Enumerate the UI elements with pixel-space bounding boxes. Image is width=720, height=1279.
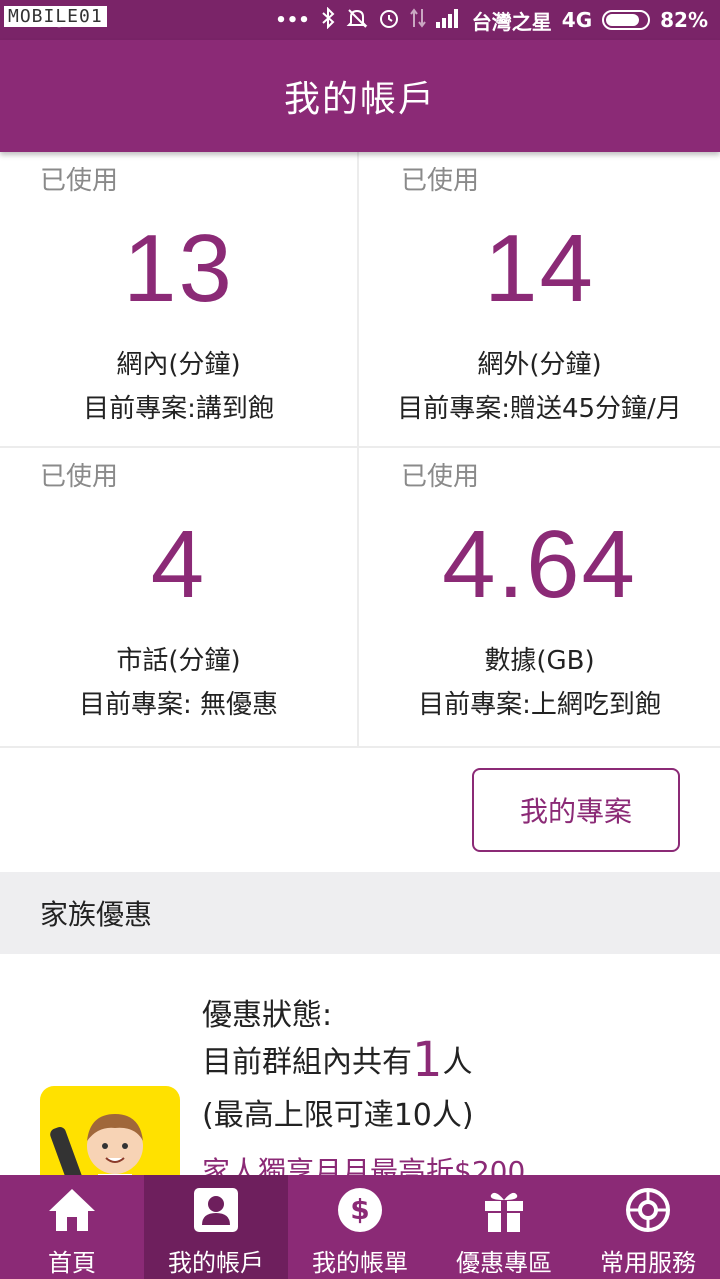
usage-card-onnet[interactable]: 已使用 13 網內(分鐘) 目前專案:講到飽 — [0, 152, 359, 448]
nav-item-my-bill[interactable]: $ 我的帳單 — [288, 1175, 432, 1279]
battery-percent: 82% — [660, 8, 708, 32]
nav-item-home[interactable]: 首頁 — [0, 1175, 144, 1279]
usage-value: 14 — [484, 215, 595, 322]
bill-icon: $ — [335, 1185, 385, 1235]
count-suffix: 人 — [442, 1045, 473, 1080]
gift-icon — [479, 1185, 529, 1235]
nav-label: 首頁 — [48, 1249, 96, 1277]
used-label: 已使用 — [401, 462, 480, 492]
nav-item-offers[interactable]: 優惠專區 — [432, 1175, 576, 1279]
carrier-name: 台灣之星 — [471, 9, 552, 34]
mute-icon — [346, 7, 368, 34]
usage-grid: 已使用 13 網內(分鐘) 目前專案:講到飽 已使用 14 網外(分鐘) 目前專… — [0, 152, 720, 748]
member-limit: (最高上限可達10人) — [202, 1098, 474, 1133]
signal-icon — [435, 8, 462, 33]
bottom-nav: 首頁 我的帳戶 $ 我的帳單 優惠專區 常用服務 — [0, 1175, 720, 1279]
used-label: 已使用 — [401, 166, 480, 196]
nav-item-services[interactable]: 常用服務 — [576, 1175, 720, 1279]
app-header: 我的帳戶 — [0, 40, 720, 152]
count-prefix: 目前群組內共有 — [202, 1045, 412, 1080]
usage-card-data[interactable]: 已使用 4.64 數據(GB) 目前專案:上網吃到飽 — [359, 448, 720, 748]
services-icon — [623, 1185, 673, 1235]
usage-plan: 目前專案:上網吃到飽 — [418, 690, 661, 720]
status-left: 14:01 MOBILE01 — [4, 5, 107, 33]
home-icon — [47, 1185, 97, 1235]
nav-item-my-account[interactable]: 我的帳戶 — [144, 1175, 288, 1279]
plan-button-area: 我的專案 — [0, 748, 720, 872]
family-discount-panel[interactable]: 優惠狀態: 目前群組內共有1人 (最高上限可達10人) 家人獨享月月最高折$20… — [0, 954, 720, 1206]
nav-label: 常用服務 — [600, 1249, 696, 1277]
usage-type: 數據(GB) — [484, 646, 595, 676]
svg-text:$: $ — [350, 1193, 369, 1226]
bluetooth-icon — [320, 6, 336, 34]
status-right: ••• 台灣之星 4G 82% — [275, 6, 708, 35]
data-arrows-icon — [409, 7, 426, 34]
nav-label: 我的帳單 — [312, 1249, 408, 1277]
usage-value: 4.64 — [442, 511, 637, 618]
used-label: 已使用 — [40, 462, 119, 492]
page-title: 我的帳戶 — [283, 79, 436, 120]
usage-card-offnet[interactable]: 已使用 14 網外(分鐘) 目前專案:贈送45分鐘/月 — [359, 152, 720, 448]
usage-plan: 目前專案: 無優惠 — [78, 690, 279, 720]
my-plan-button[interactable]: 我的專案 — [472, 768, 680, 852]
app-screen: 14:01 MOBILE01 ••• 台灣之星 4G — [0, 0, 720, 1279]
account-icon — [191, 1185, 241, 1235]
usage-value: 4 — [150, 511, 207, 618]
usage-plan: 目前專案:贈送45分鐘/月 — [397, 394, 682, 424]
usage-type: 市話(分鐘) — [116, 646, 241, 676]
usage-plan: 目前專案:講到飽 — [83, 394, 274, 424]
alarm-icon — [378, 7, 400, 34]
used-label: 已使用 — [40, 166, 119, 196]
battery-icon — [602, 10, 651, 30]
discount-status-label: 優惠狀態: — [202, 998, 333, 1033]
dots-icon: ••• — [275, 9, 310, 31]
network-type: 4G — [561, 8, 593, 32]
status-bar: 14:01 MOBILE01 ••• 台灣之星 4G — [0, 0, 720, 40]
usage-value: 13 — [123, 215, 234, 322]
usage-type: 網內(分鐘) — [116, 350, 241, 380]
watermark-logo: MOBILE01 — [4, 5, 107, 27]
nav-label: 優惠專區 — [456, 1249, 552, 1277]
nav-label: 我的帳戶 — [168, 1249, 264, 1277]
member-count: 1 — [412, 1032, 443, 1088]
usage-card-landline[interactable]: 已使用 4 市話(分鐘) 目前專案: 無優惠 — [0, 448, 359, 748]
section-header-family: 家族優惠 — [0, 872, 720, 954]
group-count-line: 目前群組內共有1人 — [202, 1032, 473, 1088]
usage-type: 網外(分鐘) — [477, 350, 602, 380]
